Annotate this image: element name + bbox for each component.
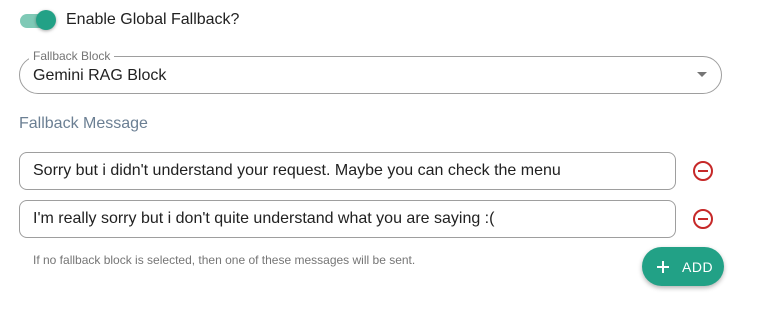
fallback-block-value: Gemini RAG Block — [33, 67, 167, 84]
minus-circle-icon[interactable] — [692, 208, 714, 230]
add-message-button[interactable]: ADD — [642, 247, 724, 286]
fallback-message-row — [19, 200, 724, 238]
caret-down-icon — [697, 72, 707, 77]
fallback-message-input[interactable] — [19, 200, 676, 238]
fallback-block-label: Fallback Block — [29, 49, 115, 63]
fallback-block-select[interactable]: Fallback Block Gemini RAG Block — [19, 49, 722, 94]
global-fallback-toggle-row: Enable Global Fallback? — [19, 9, 239, 31]
minus-circle-icon[interactable] — [692, 160, 714, 182]
fallback-message-row — [19, 152, 724, 190]
add-button-label: ADD — [682, 258, 714, 275]
plus-icon — [657, 260, 669, 273]
fallback-message-title: Fallback Message — [19, 115, 148, 132]
global-fallback-label: Enable Global Fallback? — [66, 11, 240, 28]
switch-thumb — [36, 10, 56, 30]
fallback-hint-text: If no fallback block is selected, then o… — [33, 253, 416, 267]
fallback-message-input[interactable] — [19, 152, 676, 190]
global-fallback-switch[interactable] — [19, 9, 57, 31]
